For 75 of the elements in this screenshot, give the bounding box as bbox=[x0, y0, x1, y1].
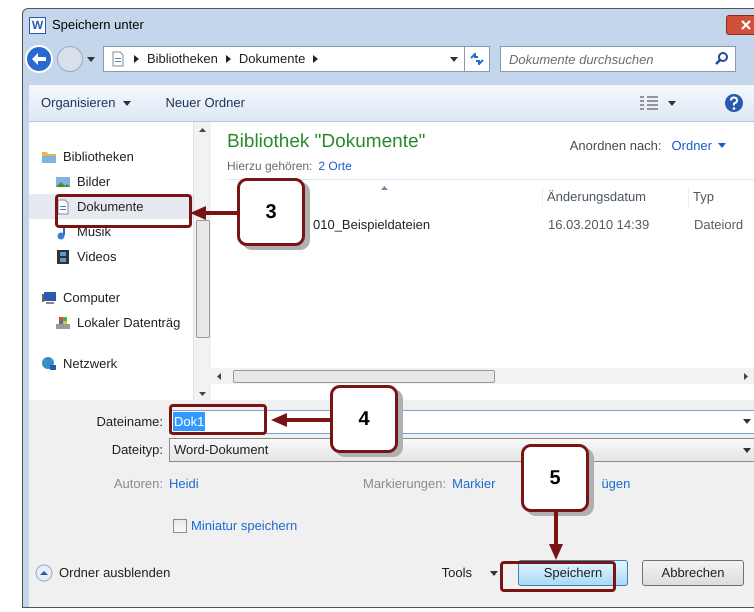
tools-button[interactable]: Tools bbox=[442, 563, 498, 583]
scroll-down-icon[interactable] bbox=[199, 392, 206, 396]
scroll-left-icon[interactable] bbox=[217, 372, 221, 380]
close-icon bbox=[741, 20, 751, 30]
globe-icon bbox=[41, 356, 57, 372]
callout-arrow bbox=[549, 512, 563, 560]
app-icon: W bbox=[29, 16, 46, 34]
sort-arrow-icon[interactable] bbox=[381, 186, 388, 190]
file-type: Dateiord bbox=[693, 216, 744, 234]
scrollbar-thumb[interactable] bbox=[233, 370, 495, 382]
history-caret-icon bbox=[87, 56, 95, 62]
view-button[interactable] bbox=[640, 96, 676, 110]
drive-icon bbox=[55, 314, 71, 330]
dropdown-caret-icon bbox=[743, 448, 751, 452]
column-header[interactable]: Änderungsdatum bbox=[542, 187, 688, 207]
scrollbar-thumb[interactable] bbox=[196, 220, 210, 338]
cancel-button[interactable]: Abbrechen bbox=[642, 560, 744, 586]
authors-link[interactable]: Heidi bbox=[169, 474, 363, 494]
callout-arrow bbox=[190, 206, 237, 220]
chevron-right-icon bbox=[226, 55, 231, 63]
search-icon bbox=[715, 52, 728, 65]
thumbnail-label[interactable]: Miniatur speichern bbox=[191, 516, 298, 536]
document-icon bbox=[55, 198, 71, 214]
tags-link[interactable]: ügen bbox=[601, 474, 630, 494]
address-bar[interactable]: Bibliotheken Dokumente bbox=[103, 46, 465, 72]
new-folder-button[interactable]: Neuer Ordner bbox=[165, 93, 245, 113]
authors-label: Autoren: bbox=[112, 475, 164, 494]
caret-icon bbox=[490, 570, 498, 576]
file-date: 16.03.2010 14:39 bbox=[547, 216, 650, 234]
file-name[interactable]: 010_Beispieldateien bbox=[313, 215, 542, 235]
chevron-right-icon bbox=[313, 55, 318, 63]
nav-item[interactable]: Lokaler Datenträg bbox=[29, 310, 193, 335]
locations-link[interactable]: 2 Orte bbox=[318, 156, 352, 174]
scroll-up-icon[interactable] bbox=[199, 128, 206, 132]
back-arrow-icon bbox=[32, 53, 46, 65]
breadcrumb-item[interactable]: Dokumente bbox=[238, 49, 306, 69]
nav-item[interactable]: Videos bbox=[29, 244, 193, 269]
close-button[interactable] bbox=[726, 15, 754, 35]
refresh-button[interactable] bbox=[464, 46, 490, 72]
caret-icon bbox=[718, 143, 726, 148]
callout-arrow bbox=[271, 413, 330, 427]
thumbnail-checkbox[interactable] bbox=[173, 519, 187, 533]
nav-item[interactable]: Bibliotheken bbox=[29, 144, 193, 169]
includes-label: Hierzu gehören: bbox=[227, 158, 312, 174]
organize-button[interactable]: Organisieren bbox=[41, 93, 132, 113]
search-field[interactable]: Dokumente durchsuchen bbox=[500, 46, 736, 72]
hide-folders-button[interactable]: Ordner ausblenden bbox=[35, 563, 170, 583]
help-icon[interactable] bbox=[724, 93, 744, 113]
address-caret-icon bbox=[450, 56, 458, 62]
caret-icon bbox=[668, 100, 676, 106]
computer-icon bbox=[41, 290, 57, 306]
list-view-icon bbox=[640, 96, 658, 110]
nav-item[interactable]: Netzwerk bbox=[29, 351, 193, 376]
collapse-icon bbox=[35, 564, 53, 582]
filename-value: Dok1 bbox=[173, 412, 206, 432]
nav-item[interactable]: Computer bbox=[29, 285, 193, 310]
dropdown-caret-icon bbox=[743, 419, 751, 424]
filetype-label: Dateityp: bbox=[110, 441, 164, 460]
arrange-label: Anordnen nach: bbox=[570, 137, 662, 155]
document-icon bbox=[110, 51, 126, 67]
arrange-dropdown[interactable]: Ordner bbox=[672, 136, 726, 156]
chevron-right-icon bbox=[134, 55, 139, 63]
tags-label: Markierungen: bbox=[363, 475, 448, 494]
filename-label: Dateiname: bbox=[96, 412, 164, 431]
scroll-right-icon[interactable] bbox=[744, 372, 748, 380]
breadcrumb-item[interactable]: Bibliotheken bbox=[147, 49, 218, 69]
caret-icon bbox=[123, 100, 132, 106]
film-icon bbox=[55, 248, 71, 264]
window-title: Speichern unter bbox=[52, 16, 144, 34]
column-header[interactable]: Typ bbox=[688, 187, 714, 207]
back-button[interactable] bbox=[25, 45, 53, 73]
tags-link[interactable]: Markier bbox=[452, 474, 496, 494]
library-title: Bibliothek "Dokumente" bbox=[227, 130, 426, 154]
refresh-icon bbox=[470, 53, 484, 65]
nav-item[interactable]: Bilder bbox=[29, 169, 193, 194]
